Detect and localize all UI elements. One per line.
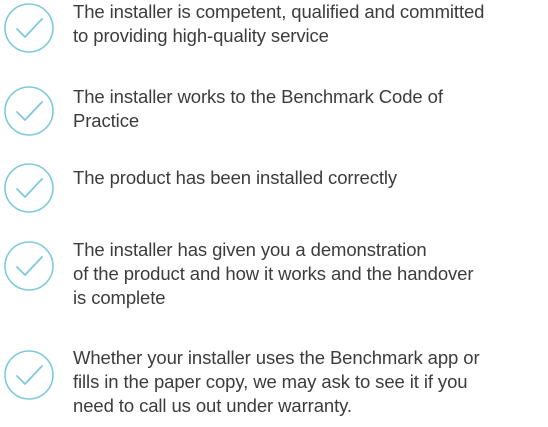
checklist-item-line: The installer is competent, qualified an… — [73, 1, 485, 22]
checklist-item-line: need to call us out under warranty. — [73, 395, 352, 416]
checkmark-circle-icon — [3, 162, 55, 214]
checklist-item-text: The installer is competent, qualified an… — [73, 0, 544, 48]
checklist-item-text: The installer has given you a demonstrat… — [73, 238, 544, 310]
checklist-item-text: The product has been installed correctly — [73, 166, 544, 190]
checklist-item-line: fills in the paper copy, we may ask to s… — [73, 371, 468, 392]
checkmark-circle-icon — [3, 240, 55, 292]
checkmark-circle-icon — [3, 349, 55, 401]
checkmark-circle-icon — [3, 85, 55, 137]
checklist-item-text: Whether your installer uses the Benchmar… — [73, 346, 544, 418]
checklist-item-line: of the product and how it works and the … — [73, 263, 474, 284]
checklist-item-line: The installer has given you a demonstrat… — [73, 239, 427, 260]
checklist-item-line: Whether your installer uses the Benchmar… — [73, 347, 480, 368]
checklist: The installer is competent, qualified an… — [0, 0, 548, 427]
checklist-item-line: Practice — [73, 110, 140, 131]
checklist-item-line: The product has been installed correctly — [73, 167, 398, 188]
checklist-item-line: to providing high-quality service — [73, 25, 329, 46]
checklist-item-line: The installer works to the Benchmark Cod… — [73, 86, 443, 107]
checkmark-circle-icon — [3, 2, 55, 54]
checklist-item-line: is complete — [73, 287, 166, 308]
checklist-item-text: The installer works to the Benchmark Cod… — [73, 85, 544, 133]
